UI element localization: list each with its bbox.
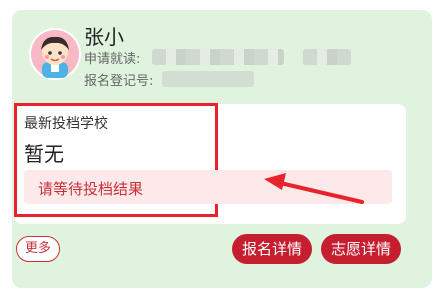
more-button[interactable]: 更多 bbox=[16, 236, 61, 262]
redacted-school bbox=[152, 49, 284, 65]
apply-school-label: 申请就读: bbox=[84, 52, 141, 67]
wish-details-button[interactable]: 志愿详情 bbox=[321, 234, 402, 264]
student-name: 张小 bbox=[84, 25, 124, 49]
avatar bbox=[29, 28, 81, 80]
redacted-registration-number bbox=[162, 71, 254, 87]
redacted-school-extra bbox=[303, 49, 351, 65]
status-text: 请等待投档结果 bbox=[38, 180, 144, 198]
placement-school-value: 暂无 bbox=[24, 142, 64, 166]
placement-school-label: 最新投档学校 bbox=[24, 116, 108, 132]
registration-number-label: 报名登记号: bbox=[84, 74, 154, 89]
registration-details-button[interactable]: 报名详情 bbox=[232, 234, 313, 264]
arrow-annotation-icon bbox=[264, 173, 364, 204]
